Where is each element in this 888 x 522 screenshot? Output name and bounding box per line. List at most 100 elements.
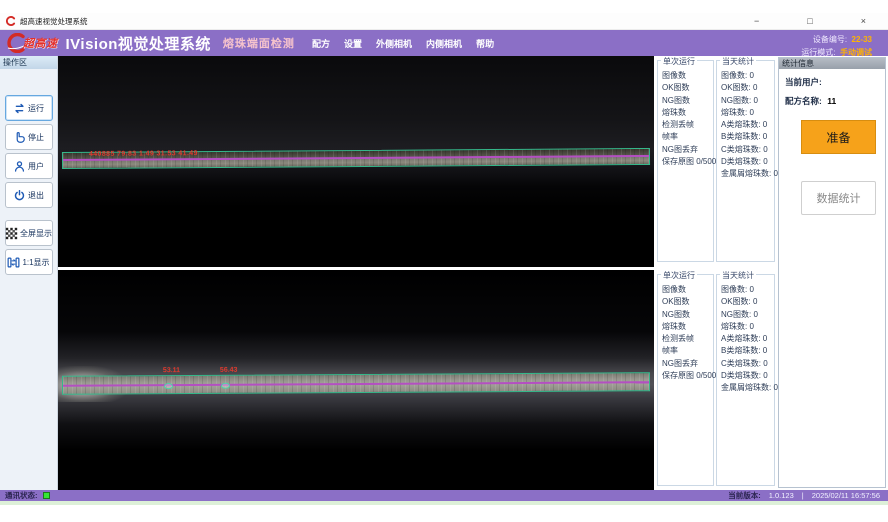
menu-item-settings[interactable]: 设置 [344, 37, 362, 50]
maximize-button[interactable]: □ [807, 17, 812, 26]
stat-row: NG图丢弃 [662, 358, 713, 370]
stat-row: OK图数 [662, 82, 713, 94]
one-to-one-icon [7, 256, 20, 269]
stat-row: NG图数: 0 [721, 95, 774, 107]
run-icon [13, 102, 26, 115]
stat-row: 检测丢帧 [662, 119, 713, 131]
close-button[interactable]: × [861, 17, 866, 26]
groupbox-title: 单次运行 [661, 56, 697, 67]
window-controls: − □ × [754, 13, 866, 30]
user-button[interactable]: 用户 [5, 153, 53, 179]
status-separator: | [802, 491, 804, 500]
comm-status-indicator [43, 492, 50, 499]
stop-button[interactable]: 停止 [5, 124, 53, 150]
groupbox-title: 单次运行 [661, 270, 697, 281]
measurement-label: 53.11 [163, 367, 180, 374]
stat-row: NG图丢弃 [662, 144, 713, 156]
datetime-value: 2025/02/11 16:57:56 [812, 491, 880, 500]
one-to-one-button[interactable]: 1:1显示 [5, 249, 53, 275]
groupbox-title: 当天统计 [720, 270, 756, 281]
stat-row: NG图数 [662, 95, 713, 107]
stat-row: D类熔珠数: 0 [721, 156, 774, 168]
app-logo-icon [6, 16, 16, 26]
device-info: 设备编号: 22-33 运行模式: 手动调试 [801, 32, 872, 58]
single-run-stats-top: 单次运行 图像数 OK图数 NG图数 熔珠数 检测丢帧 帧率 NG图丢弃 保存原… [657, 60, 714, 262]
window-title: 超高速视觉处理系统 [20, 16, 88, 27]
power-icon [13, 189, 26, 202]
measurement-label: 56.43 [220, 367, 238, 374]
menu-item-recipe[interactable]: 配方 [312, 37, 330, 50]
stat-row: 图像数 [662, 70, 713, 82]
stat-row: 金属屑熔珠数: 0 [721, 168, 774, 180]
minimize-button[interactable]: − [754, 17, 759, 26]
stat-row: 金属屑熔珠数: 0 [721, 382, 774, 394]
sidebar-title: 操作区 [0, 56, 57, 69]
stat-row: OK图数 [662, 296, 713, 308]
statistics-info-panel: 统计信息 当前用户: 配方名称: 11 准备 数据统计 [778, 57, 886, 488]
outer-camera-view[interactable]: 440885 79.83 1.49 31.53 41.49 [58, 56, 654, 267]
stat-row: B类熔珠数: 0 [721, 345, 774, 357]
stat-row: 熔珠数: 0 [721, 321, 774, 333]
stat-row: NG图数: 0 [721, 309, 774, 321]
device-id-label: 设备编号: [813, 35, 847, 44]
fullscreen-button-label: 全屏显示 [20, 228, 52, 239]
run-mode-value: 手动调试 [840, 48, 872, 57]
defect-ellipse [164, 383, 173, 389]
menu-bar: 配方 设置 外侧相机 内侧相机 帮助 [312, 30, 494, 56]
prepare-button[interactable]: 准备 [801, 120, 876, 154]
daily-stats-bottom: 当天统计 图像数: 0 OK图数: 0 NG图数: 0 熔珠数: 0 A类熔珠数… [716, 274, 775, 486]
current-user-label: 当前用户: [785, 77, 822, 87]
run-button[interactable]: 运行 [5, 95, 53, 121]
recipe-name-row: 配方名称: 11 [785, 95, 885, 107]
brand-logo: 超高速 [5, 33, 58, 53]
stop-button-label: 停止 [28, 132, 44, 143]
menu-item-help[interactable]: 帮助 [476, 37, 494, 50]
exit-button-label: 退出 [28, 190, 44, 201]
app-subtitle: 熔珠端面检测 [223, 35, 295, 51]
stat-row: D类熔珠数: 0 [721, 370, 774, 382]
comm-status-label: 通讯状态: [5, 490, 38, 501]
inner-camera-view[interactable]: 53.11 56.43 [58, 270, 654, 490]
stat-row: 熔珠数 [662, 321, 713, 333]
status-bar: 通讯状态: 当前版本: 1.0.123 | 2025/02/11 16:57:5… [0, 490, 888, 501]
status-bar-right: 当前版本: 1.0.123 | 2025/02/11 16:57:56 [728, 490, 880, 501]
stat-row: NG图数 [662, 309, 713, 321]
stat-row: B类熔珠数: 0 [721, 131, 774, 143]
stat-row: 检测丢帧 [662, 333, 713, 345]
exit-button[interactable]: 退出 [5, 182, 53, 208]
fullscreen-icon [5, 227, 18, 240]
stat-row: OK图数: 0 [721, 296, 774, 308]
operation-sidebar: 操作区 运行 停止 用户 退出 全屏显示 [0, 56, 58, 490]
brand-logo-text: 超高速 [23, 35, 58, 51]
stat-row: OK图数: 0 [721, 82, 774, 94]
measurement-annotation: 440885 79.83 1.49 31.53 41.49 [89, 150, 198, 158]
recipe-name-value: 11 [827, 96, 836, 106]
stat-row: A类熔珠数: 0 [721, 333, 774, 345]
fullscreen-button[interactable]: 全屏显示 [5, 220, 53, 246]
stat-row: 图像数: 0 [721, 70, 774, 82]
current-user-row: 当前用户: [785, 76, 885, 88]
user-button-label: 用户 [28, 161, 44, 172]
version-label: 当前版本: [728, 490, 761, 501]
device-id-value: 22-33 [852, 35, 872, 44]
menu-item-outer-camera[interactable]: 外侧相机 [376, 37, 412, 50]
daily-stats-top: 当天统计 图像数: 0 OK图数: 0 NG图数: 0 熔珠数: 0 A类熔珠数… [716, 60, 775, 262]
menu-item-inner-camera[interactable]: 内侧相机 [426, 37, 462, 50]
weld-bead-detection-box: 53.11 56.43 [62, 372, 650, 395]
single-run-stats-bottom: 单次运行 图像数 OK图数 NG图数 熔珠数 检测丢帧 帧率 NG图丢弃 保存原… [657, 274, 714, 486]
stat-row: 帧率 [662, 131, 713, 143]
one-to-one-button-label: 1:1显示 [22, 257, 49, 268]
version-value: 1.0.123 [769, 491, 794, 500]
info-panel-title: 统计信息 [779, 58, 885, 69]
data-statistics-button[interactable]: 数据统计 [801, 181, 876, 215]
groupbox-title: 当天统计 [720, 56, 756, 67]
desktop-edge-strip [0, 501, 888, 505]
app-window: 超高速视觉处理系统 − □ × 超高速 IVision视觉处理系统 熔珠端面检测… [0, 0, 888, 522]
app-header: 超高速 IVision视觉处理系统 熔珠端面检测 配方 设置 外侧相机 内侧相机… [0, 30, 888, 56]
stat-row: 图像数 [662, 284, 713, 296]
app-title: IVision视觉处理系统 [66, 33, 211, 54]
stat-row: 帧率 [662, 345, 713, 357]
stop-hand-icon [13, 131, 26, 144]
stat-row: A类熔珠数: 0 [721, 119, 774, 131]
stat-row: 熔珠数 [662, 107, 713, 119]
